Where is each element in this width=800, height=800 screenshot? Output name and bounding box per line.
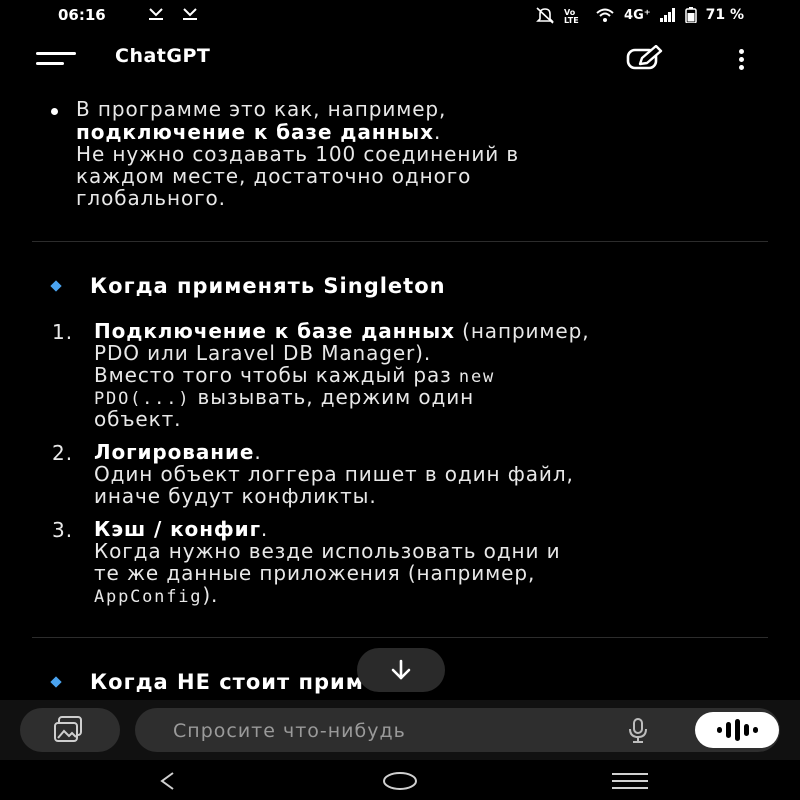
list-number: 2. [52, 441, 74, 465]
intro-line-1: В программе это как, например, [76, 97, 447, 121]
wifi-icon [595, 7, 615, 23]
list-item-line: те же данные приложения (например, [94, 561, 536, 585]
bullet-dot [51, 108, 58, 115]
status-time: 06:16 [58, 6, 106, 24]
more-vertical-icon[interactable] [733, 42, 751, 76]
attach-button[interactable] [20, 708, 120, 752]
message-input[interactable]: Спросите что-нибудь [135, 708, 780, 752]
list-item-line: объект. [94, 407, 182, 431]
list-number: 1. [52, 320, 74, 344]
diamond-bullet-icon [50, 280, 62, 292]
intro-bold: подключение к базе данных [76, 120, 434, 144]
composer: Спросите что-нибудь [0, 700, 800, 760]
list-item-line: Один объект логгера пишет в один файл, [94, 462, 574, 486]
network-type: 4G⁺ [624, 7, 651, 23]
chat-message: В программе это как, например, подключен… [0, 88, 800, 700]
section-heading: Когда применять Singleton [90, 274, 446, 298]
intro-line-3: Не нужно создавать 100 соединений в [76, 142, 520, 166]
volte-icon: Vo LTE [564, 7, 586, 23]
back-icon[interactable] [157, 770, 177, 796]
mute-icon [535, 6, 555, 24]
status-bar: 06:16 Vo LTE 4G⁺ 71 % [0, 0, 800, 30]
system-nav-bar [0, 760, 800, 800]
new-chat-icon[interactable] [626, 44, 664, 73]
list-item-line: AppConfig). [94, 583, 219, 607]
microphone-icon[interactable] [623, 716, 653, 746]
divider [32, 241, 768, 242]
voice-mode-icon[interactable] [695, 712, 779, 748]
arrow-down-icon [391, 659, 411, 680]
svg-text:LTE: LTE [564, 16, 579, 23]
app-bar: ChatGPT [0, 30, 800, 88]
inline-code: PDO(...) [94, 389, 191, 409]
recents-icon[interactable] [612, 771, 648, 795]
battery-percent: 71 % [705, 7, 744, 23]
battery-icon [684, 7, 697, 23]
diamond-bullet-icon [50, 676, 62, 688]
app-title: ChatGPT [115, 45, 211, 67]
list-item-line: Логирование. [94, 440, 262, 464]
intro-line-5: глобального. [76, 186, 226, 210]
inline-code: AppConfig [94, 587, 203, 607]
download-icon [146, 6, 166, 26]
list-item-line: PDO или Laravel DB Manager). [94, 341, 432, 365]
list-item-line: Когда нужно везде использовать одни и [94, 539, 561, 563]
inline-code: new [458, 367, 496, 387]
intro-line-4: каждом месте, достаточно одного [76, 164, 472, 188]
list-item-line: Подключение к базе данных (например, [94, 319, 590, 343]
scroll-down-button[interactable] [357, 648, 445, 692]
home-icon[interactable] [381, 771, 419, 795]
list-number: 3. [52, 518, 74, 542]
input-placeholder: Спросите что-нибудь [173, 720, 406, 742]
attach-icon [54, 716, 82, 742]
signal-icon [659, 8, 676, 22]
download-icon [180, 6, 200, 26]
list-item-line: иначе будут конфликты. [94, 484, 377, 508]
menu-icon[interactable] [36, 46, 76, 72]
divider [32, 637, 768, 638]
intro-line-2: подключение к базе данных. [76, 120, 442, 144]
list-item-line: Кэш / конфиг. [94, 517, 269, 541]
